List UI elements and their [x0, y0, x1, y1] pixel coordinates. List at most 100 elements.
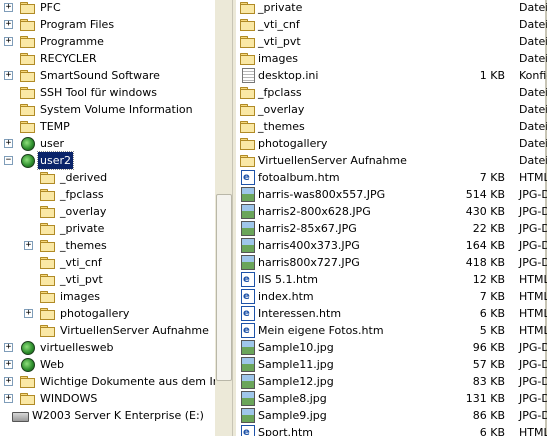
expand-icon[interactable]: +: [4, 71, 13, 80]
tree-item[interactable]: + photogallery: [0, 305, 215, 322]
tree-item[interactable]: _vti_cnf: [0, 254, 215, 271]
folder-icon: [240, 85, 256, 99]
file-row[interactable]: fotoalbum.htm 7 KB HTML: [236, 169, 547, 186]
file-row[interactable]: _private Dateio: [236, 0, 547, 16]
file-type: JPG-D: [519, 188, 547, 201]
file-row[interactable]: harris2-85x67.JPG 22 KB JPG-D: [236, 220, 547, 237]
file-name: Sample8.jpg: [258, 392, 327, 405]
tree-item[interactable]: W2003 Server K Enterprise (E:): [0, 407, 215, 424]
tree-item[interactable]: + virtuellesweb: [0, 339, 215, 356]
html-file-icon: [240, 288, 256, 305]
file-row[interactable]: _themes Dateio: [236, 118, 547, 135]
file-row[interactable]: Mein eigene Fotos.htm 5 KB HTML: [236, 322, 547, 339]
expand-icon[interactable]: +: [4, 139, 13, 148]
tree-item-label: TEMP: [40, 120, 70, 133]
file-size: 514 KB: [465, 188, 505, 201]
expand-icon[interactable]: +: [4, 394, 13, 403]
tree-item[interactable]: VirtuellenServer Aufnahme: [0, 322, 215, 339]
tree-scrollbar-thumb[interactable]: [216, 194, 232, 381]
file-name: images: [258, 52, 298, 65]
file-row[interactable]: VirtuellenServer Aufnahme Dateio: [236, 152, 547, 169]
expand-icon[interactable]: +: [4, 37, 13, 46]
file-row[interactable]: Sample10.jpg 96 KB JPG-D: [236, 339, 547, 356]
file-row[interactable]: _vti_cnf Dateio: [236, 16, 547, 33]
expand-icon[interactable]: +: [4, 343, 13, 352]
file-size: 86 KB: [472, 409, 505, 422]
image-file-icon: [240, 340, 256, 355]
image-file-icon: [240, 391, 256, 406]
tree-item-label: _vti_cnf: [60, 256, 102, 269]
expand-icon[interactable]: +: [4, 3, 13, 12]
file-row[interactable]: photogallery Dateio: [236, 135, 547, 152]
tree-item[interactable]: + _themes: [0, 237, 215, 254]
file-row[interactable]: harris2-800x628.JPG 430 KB JPG-D: [236, 203, 547, 220]
folder-icon: [240, 0, 256, 14]
file-row[interactable]: Sample11.jpg 57 KB JPG-D: [236, 356, 547, 373]
tree-item-label: Programme: [40, 35, 104, 48]
file-row[interactable]: Sample9.jpg 86 KB JPG-D: [236, 407, 547, 424]
file-row[interactable]: Sport.htm 6 KB HTML: [236, 424, 547, 436]
file-type: Dateio: [519, 103, 547, 116]
tree-item[interactable]: _private: [0, 220, 215, 237]
tree-item[interactable]: SSH Tool für windows: [0, 84, 215, 101]
tree-vertical-scrollbar[interactable]: [215, 0, 232, 436]
file-row[interactable]: harris-was800x557.JPG 514 KB JPG-D: [236, 186, 547, 203]
file-row[interactable]: Sample12.jpg 83 KB JPG-D: [236, 373, 547, 390]
expand-icon[interactable]: +: [24, 309, 33, 318]
folder-icon: [240, 17, 256, 31]
expand-icon[interactable]: +: [4, 360, 13, 369]
html-file-icon: [240, 169, 256, 186]
file-row[interactable]: Interessen.htm 6 KB HTML: [236, 305, 547, 322]
tree-item[interactable]: + WINDOWS: [0, 390, 215, 407]
file-row[interactable]: desktop.ini 1 KB Konfig: [236, 67, 547, 84]
file-row[interactable]: _fpclass Dateio: [236, 84, 547, 101]
file-row[interactable]: _vti_pvt Dateio: [236, 33, 547, 50]
file-name: harris800x727.JPG: [258, 256, 360, 269]
tree-item-label: VirtuellenServer Aufnahme: [60, 324, 209, 337]
image-file-icon: [240, 187, 256, 202]
tree-item[interactable]: System Volume Information: [0, 101, 215, 118]
tree-item[interactable]: + user: [0, 135, 215, 152]
tree-item[interactable]: images: [0, 288, 215, 305]
tree-item[interactable]: + SmartSound Software: [0, 67, 215, 84]
file-row[interactable]: _overlay Dateio: [236, 101, 547, 118]
file-row[interactable]: index.htm 7 KB HTML: [236, 288, 547, 305]
tree-item[interactable]: _fpclass: [0, 186, 215, 203]
file-size: 5 KB: [479, 324, 505, 337]
html-file-icon: [240, 271, 256, 288]
tree-item[interactable]: _derived: [0, 169, 215, 186]
file-type: HTML: [519, 171, 547, 184]
file-row[interactable]: harris400x373.JPG 164 KB JPG-D: [236, 237, 547, 254]
file-name: _vti_pvt: [258, 35, 301, 48]
file-row[interactable]: images Dateio: [236, 50, 547, 67]
tree-item[interactable]: − user2: [0, 151, 215, 170]
expand-icon[interactable]: +: [24, 241, 33, 250]
web-folder-icon: [20, 136, 36, 151]
folder-tree[interactable]: + PFC + Program Files + Programme RECYCLER + Sma…: [0, 0, 215, 436]
file-name: VirtuellenServer Aufnahme: [258, 154, 407, 167]
file-row[interactable]: harris800x727.JPG 418 KB JPG-D: [236, 254, 547, 271]
file-row[interactable]: Sample8.jpg 131 KB JPG-D: [236, 390, 547, 407]
file-row[interactable]: IIS 5.1.htm 12 KB HTML: [236, 271, 547, 288]
tree-item-label: user2: [37, 151, 74, 170]
tree-item[interactable]: _vti_pvt: [0, 271, 215, 288]
file-name: photogallery: [258, 137, 328, 150]
expand-icon[interactable]: +: [4, 377, 13, 386]
tree-item[interactable]: + Wichtige Dokumente aus dem Intern: [0, 373, 215, 390]
tree-item[interactable]: + Program Files: [0, 16, 215, 33]
web-folder-icon: [20, 153, 36, 168]
file-name: Sample12.jpg: [258, 375, 334, 388]
tree-item-label: Program Files: [40, 18, 115, 31]
tree-item[interactable]: TEMP: [0, 118, 215, 135]
collapse-icon[interactable]: −: [4, 156, 13, 165]
tree-item[interactable]: + Programme: [0, 33, 215, 50]
file-list[interactable]: _private Dateio _vti_cnf Dateio _vti_pvt Date…: [236, 0, 547, 436]
tree-item[interactable]: + PFC: [0, 0, 215, 16]
ini-file-icon: [240, 68, 256, 83]
tree-item[interactable]: _overlay: [0, 203, 215, 220]
tree-item-label: _fpclass: [60, 188, 104, 201]
tree-item[interactable]: + Web: [0, 356, 215, 373]
drive-icon: [12, 408, 29, 422]
expand-icon[interactable]: +: [4, 20, 13, 29]
tree-item[interactable]: RECYCLER: [0, 50, 215, 67]
